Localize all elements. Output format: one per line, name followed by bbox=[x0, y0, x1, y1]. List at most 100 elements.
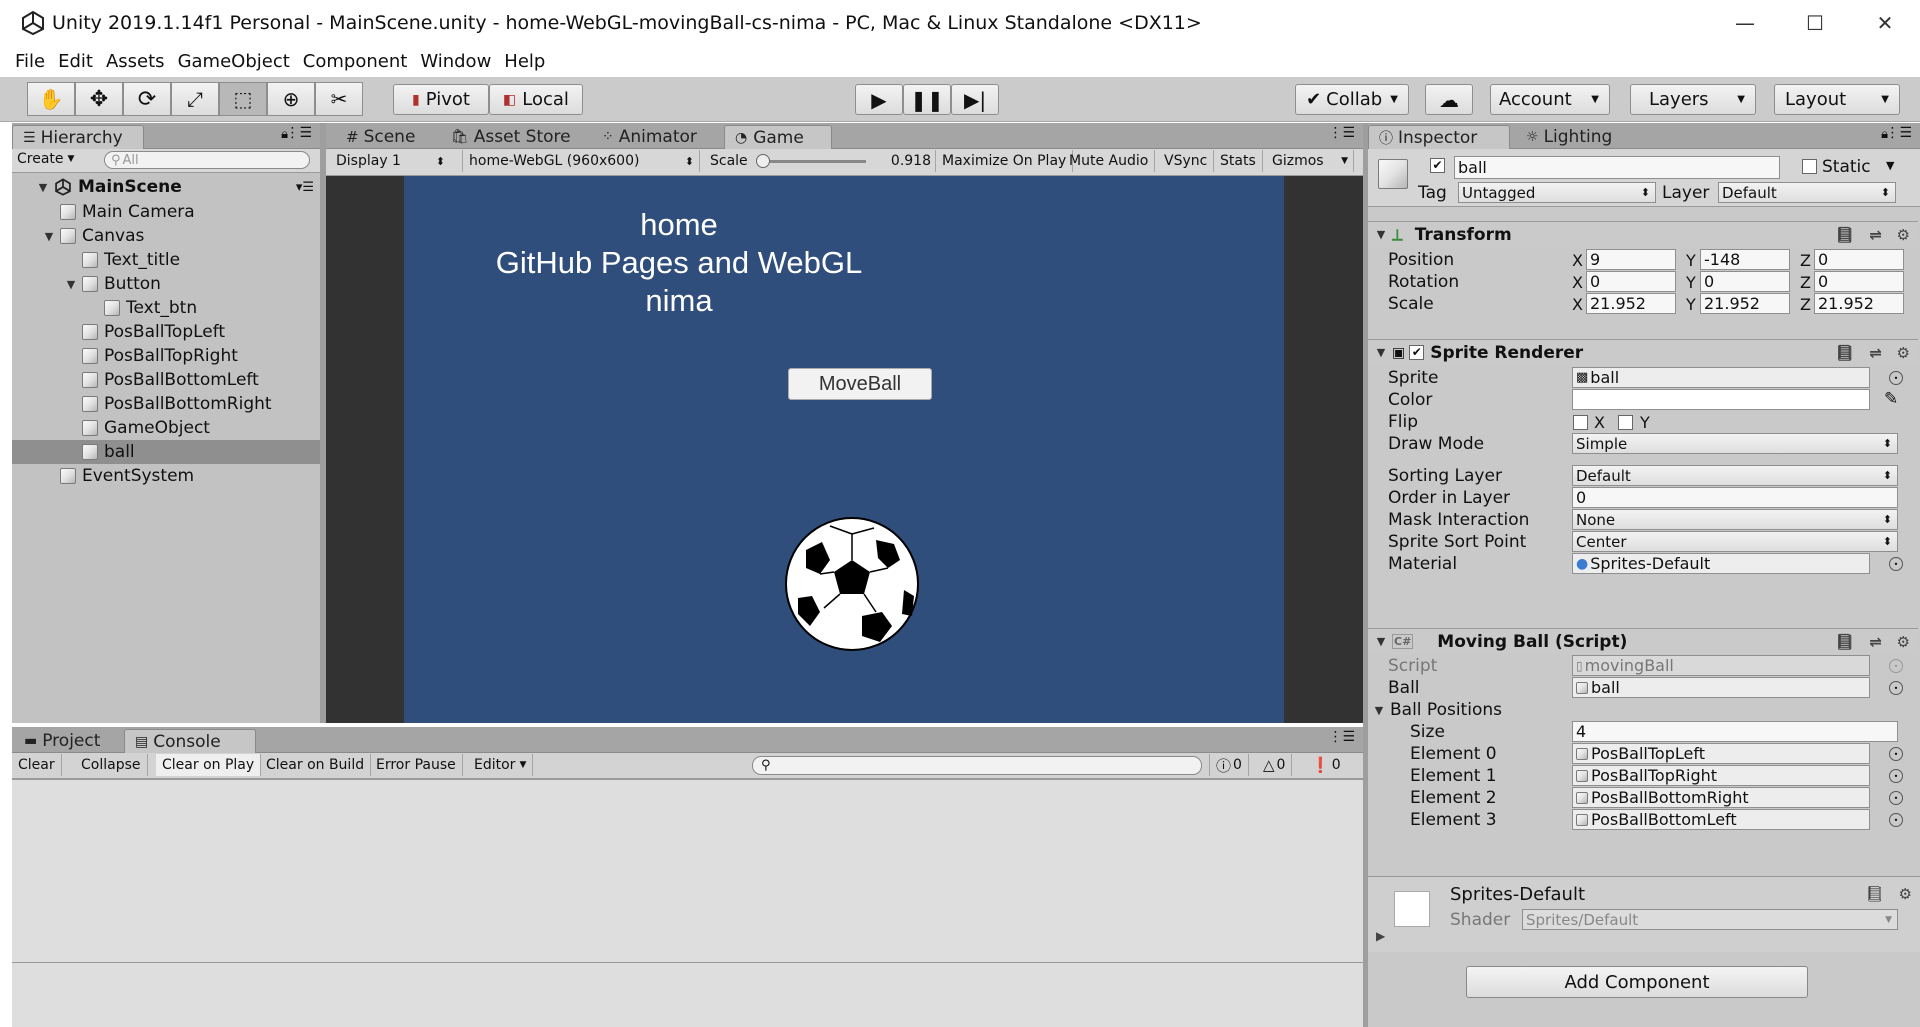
create-dropdown[interactable]: Create ▼ bbox=[17, 151, 74, 167]
menu-component[interactable]: Component bbox=[297, 51, 415, 72]
expand-arrow-icon[interactable]: ▼ bbox=[1372, 704, 1386, 717]
flip-y-checkbox[interactable] bbox=[1618, 414, 1633, 430]
gear-icon[interactable]: ⚙ bbox=[1897, 633, 1910, 651]
static-dropdown-arrow-icon[interactable]: ▼ bbox=[1886, 159, 1894, 172]
collapse-toggle[interactable]: Collapse bbox=[75, 754, 148, 776]
hierarchy-item[interactable]: ▼ Canvas bbox=[12, 224, 320, 248]
info-filter-toggle[interactable]: ⓘ 0 bbox=[1209, 754, 1249, 776]
moving-ball-header[interactable]: ▼ C# Moving Ball (Script) 📘︎ ⇌ ⚙ bbox=[1368, 628, 1918, 654]
axis-x-label[interactable]: X bbox=[1572, 273, 1583, 292]
transform-header[interactable]: ▼ ⟂ Transform 📘︎ ⇌ ⚙ bbox=[1368, 221, 1918, 247]
scene-row[interactable]: ▼ MainScene ▾☰ bbox=[12, 174, 320, 200]
hierarchy-item[interactable]: ball bbox=[12, 440, 320, 464]
rotate-tool-button[interactable]: ⟳ bbox=[123, 82, 171, 116]
collapse-arrow-icon[interactable]: ▼ bbox=[1374, 346, 1388, 359]
axis-y-label[interactable]: Y bbox=[1686, 251, 1696, 270]
step-button[interactable]: ▶| bbox=[951, 84, 999, 115]
expand-arrow-icon[interactable]: ▼ bbox=[64, 278, 78, 291]
rect-tool-button[interactable]: ⬚ bbox=[219, 82, 267, 116]
move-tool-button[interactable]: ✥ bbox=[75, 82, 123, 116]
axis-y-label[interactable]: Y bbox=[1686, 273, 1696, 292]
array-element-field[interactable]: PosBallBottomRight bbox=[1572, 787, 1870, 808]
transform-y-input[interactable]: 21.952 bbox=[1700, 293, 1790, 314]
display-dropdown[interactable]: Display 1 ⬍ bbox=[330, 150, 450, 172]
sorting-layer-dropdown[interactable]: Default ⬍ bbox=[1572, 465, 1898, 486]
transform-z-input[interactable]: 21.952 bbox=[1814, 293, 1904, 314]
object-picker-icon[interactable]: • bbox=[1889, 769, 1903, 783]
custom-tool-button[interactable]: ✂ bbox=[315, 82, 363, 116]
pause-button[interactable]: ❚❚ bbox=[903, 84, 951, 115]
sprite-renderer-enabled-checkbox[interactable]: ✔ bbox=[1409, 345, 1425, 360]
array-element-field[interactable]: PosBallBottomLeft bbox=[1572, 809, 1870, 830]
axis-x-label[interactable]: X bbox=[1572, 295, 1583, 314]
object-picker-icon[interactable]: • bbox=[1889, 747, 1903, 761]
scale-slider-thumb[interactable] bbox=[756, 154, 771, 168]
hierarchy-item[interactable]: Text_title bbox=[12, 248, 320, 272]
flip-x-checkbox[interactable] bbox=[1573, 414, 1588, 430]
menu-help[interactable]: Help bbox=[498, 51, 552, 72]
tab-inspector[interactable]: ⓘ Inspector bbox=[1368, 125, 1510, 149]
ball-field[interactable]: ball bbox=[1572, 677, 1870, 698]
hierarchy-item[interactable]: Main Camera bbox=[12, 200, 320, 224]
maximize-button[interactable]: ☐ bbox=[1780, 0, 1850, 45]
hand-tool-button[interactable]: ✋ bbox=[27, 82, 75, 116]
help-book-icon[interactable]: 📘︎ bbox=[1835, 633, 1854, 651]
close-button[interactable]: ✕ bbox=[1850, 0, 1920, 45]
console-detail-divider[interactable] bbox=[12, 962, 1363, 963]
menu-window[interactable]: Window bbox=[414, 51, 498, 72]
axis-z-label[interactable]: Z bbox=[1800, 273, 1811, 292]
transform-x-input[interactable]: 0 bbox=[1586, 271, 1676, 292]
panel-menu-icon[interactable]: ⋮☰ bbox=[285, 125, 312, 141]
transform-y-input[interactable]: -148 bbox=[1700, 249, 1790, 270]
resolution-dropdown[interactable]: home-WebGL (960x600) ⬍ bbox=[462, 150, 700, 172]
static-checkbox[interactable] bbox=[1802, 159, 1817, 174]
preset-icon[interactable]: ⇌ bbox=[1869, 344, 1882, 362]
clear-button[interactable]: Clear bbox=[12, 754, 62, 776]
object-picker-icon[interactable]: • bbox=[1889, 371, 1903, 385]
object-picker-icon[interactable]: • bbox=[1889, 813, 1903, 827]
expand-arrow-icon[interactable]: ▶ bbox=[1376, 929, 1385, 943]
order-in-layer-input[interactable]: 0 bbox=[1572, 487, 1898, 508]
object-picker-icon[interactable]: • bbox=[1889, 557, 1903, 571]
menu-gameobject[interactable]: GameObject bbox=[172, 51, 297, 72]
scale-slider-track[interactable] bbox=[758, 160, 866, 163]
gear-icon[interactable]: ⚙ bbox=[1897, 344, 1910, 362]
game-view[interactable]: home GitHub Pages and WebGL nima MoveBal… bbox=[326, 176, 1363, 723]
move-ball-button[interactable]: MoveBall bbox=[788, 368, 932, 400]
gear-icon[interactable]: ⚙ bbox=[1897, 226, 1910, 244]
gizmos-dropdown[interactable]: Gizmos ▼ bbox=[1266, 150, 1354, 172]
account-dropdown[interactable]: Account ▼ bbox=[1490, 84, 1610, 115]
collapse-arrow-icon[interactable]: ▼ bbox=[1374, 228, 1388, 241]
help-book-icon[interactable]: 📘︎ bbox=[1835, 344, 1854, 362]
axis-x-label[interactable]: X bbox=[1572, 251, 1583, 270]
collab-dropdown[interactable]: ✔ Collab ▼ bbox=[1295, 84, 1409, 115]
hierarchy-search-input[interactable]: ⚲ All bbox=[104, 151, 310, 169]
cloud-button[interactable]: ☁ bbox=[1425, 84, 1473, 115]
warning-filter-toggle[interactable]: △ 0 bbox=[1257, 754, 1293, 776]
layer-dropdown[interactable]: Default ⬍ bbox=[1718, 182, 1896, 203]
menu-assets[interactable]: Assets bbox=[100, 51, 172, 72]
menu-file[interactable]: File bbox=[0, 51, 52, 72]
sprite-sort-point-dropdown[interactable]: Center ⬍ bbox=[1572, 531, 1898, 552]
tab-project[interactable]: ▬ Project bbox=[14, 729, 110, 753]
sprite-field[interactable]: ▩ ball bbox=[1572, 367, 1870, 388]
stats-toggle[interactable]: Stats bbox=[1214, 150, 1263, 172]
active-checkbox[interactable]: ✔ bbox=[1430, 158, 1445, 173]
axis-z-label[interactable]: Z bbox=[1800, 251, 1811, 270]
hierarchy-item[interactable]: GameObject bbox=[12, 416, 320, 440]
editor-dropdown[interactable]: Editor ▼ bbox=[468, 754, 534, 776]
panel-menu-icon[interactable]: ⋮☰ bbox=[1328, 729, 1355, 745]
transform-y-input[interactable]: 0 bbox=[1700, 271, 1790, 292]
layout-dropdown[interactable]: Layout ▼ bbox=[1774, 84, 1900, 115]
help-book-icon[interactable]: 📘︎ bbox=[1865, 885, 1884, 903]
object-picker-icon[interactable]: • bbox=[1889, 791, 1903, 805]
transform-z-input[interactable]: 0 bbox=[1814, 271, 1904, 292]
menu-edit[interactable]: Edit bbox=[52, 51, 100, 72]
mask-interaction-dropdown[interactable]: None ⬍ bbox=[1572, 509, 1898, 530]
preset-icon[interactable]: ⇌ bbox=[1869, 633, 1882, 651]
hierarchy-item[interactable]: PosBallBottomLeft bbox=[12, 368, 320, 392]
scale-tool-button[interactable]: ⤢ bbox=[171, 82, 219, 116]
tab-lighting[interactable]: ☼ Lighting bbox=[1516, 125, 1622, 149]
scene-menu-icon[interactable]: ▾☰ bbox=[296, 180, 314, 195]
hierarchy-item[interactable]: Text_btn bbox=[12, 296, 320, 320]
